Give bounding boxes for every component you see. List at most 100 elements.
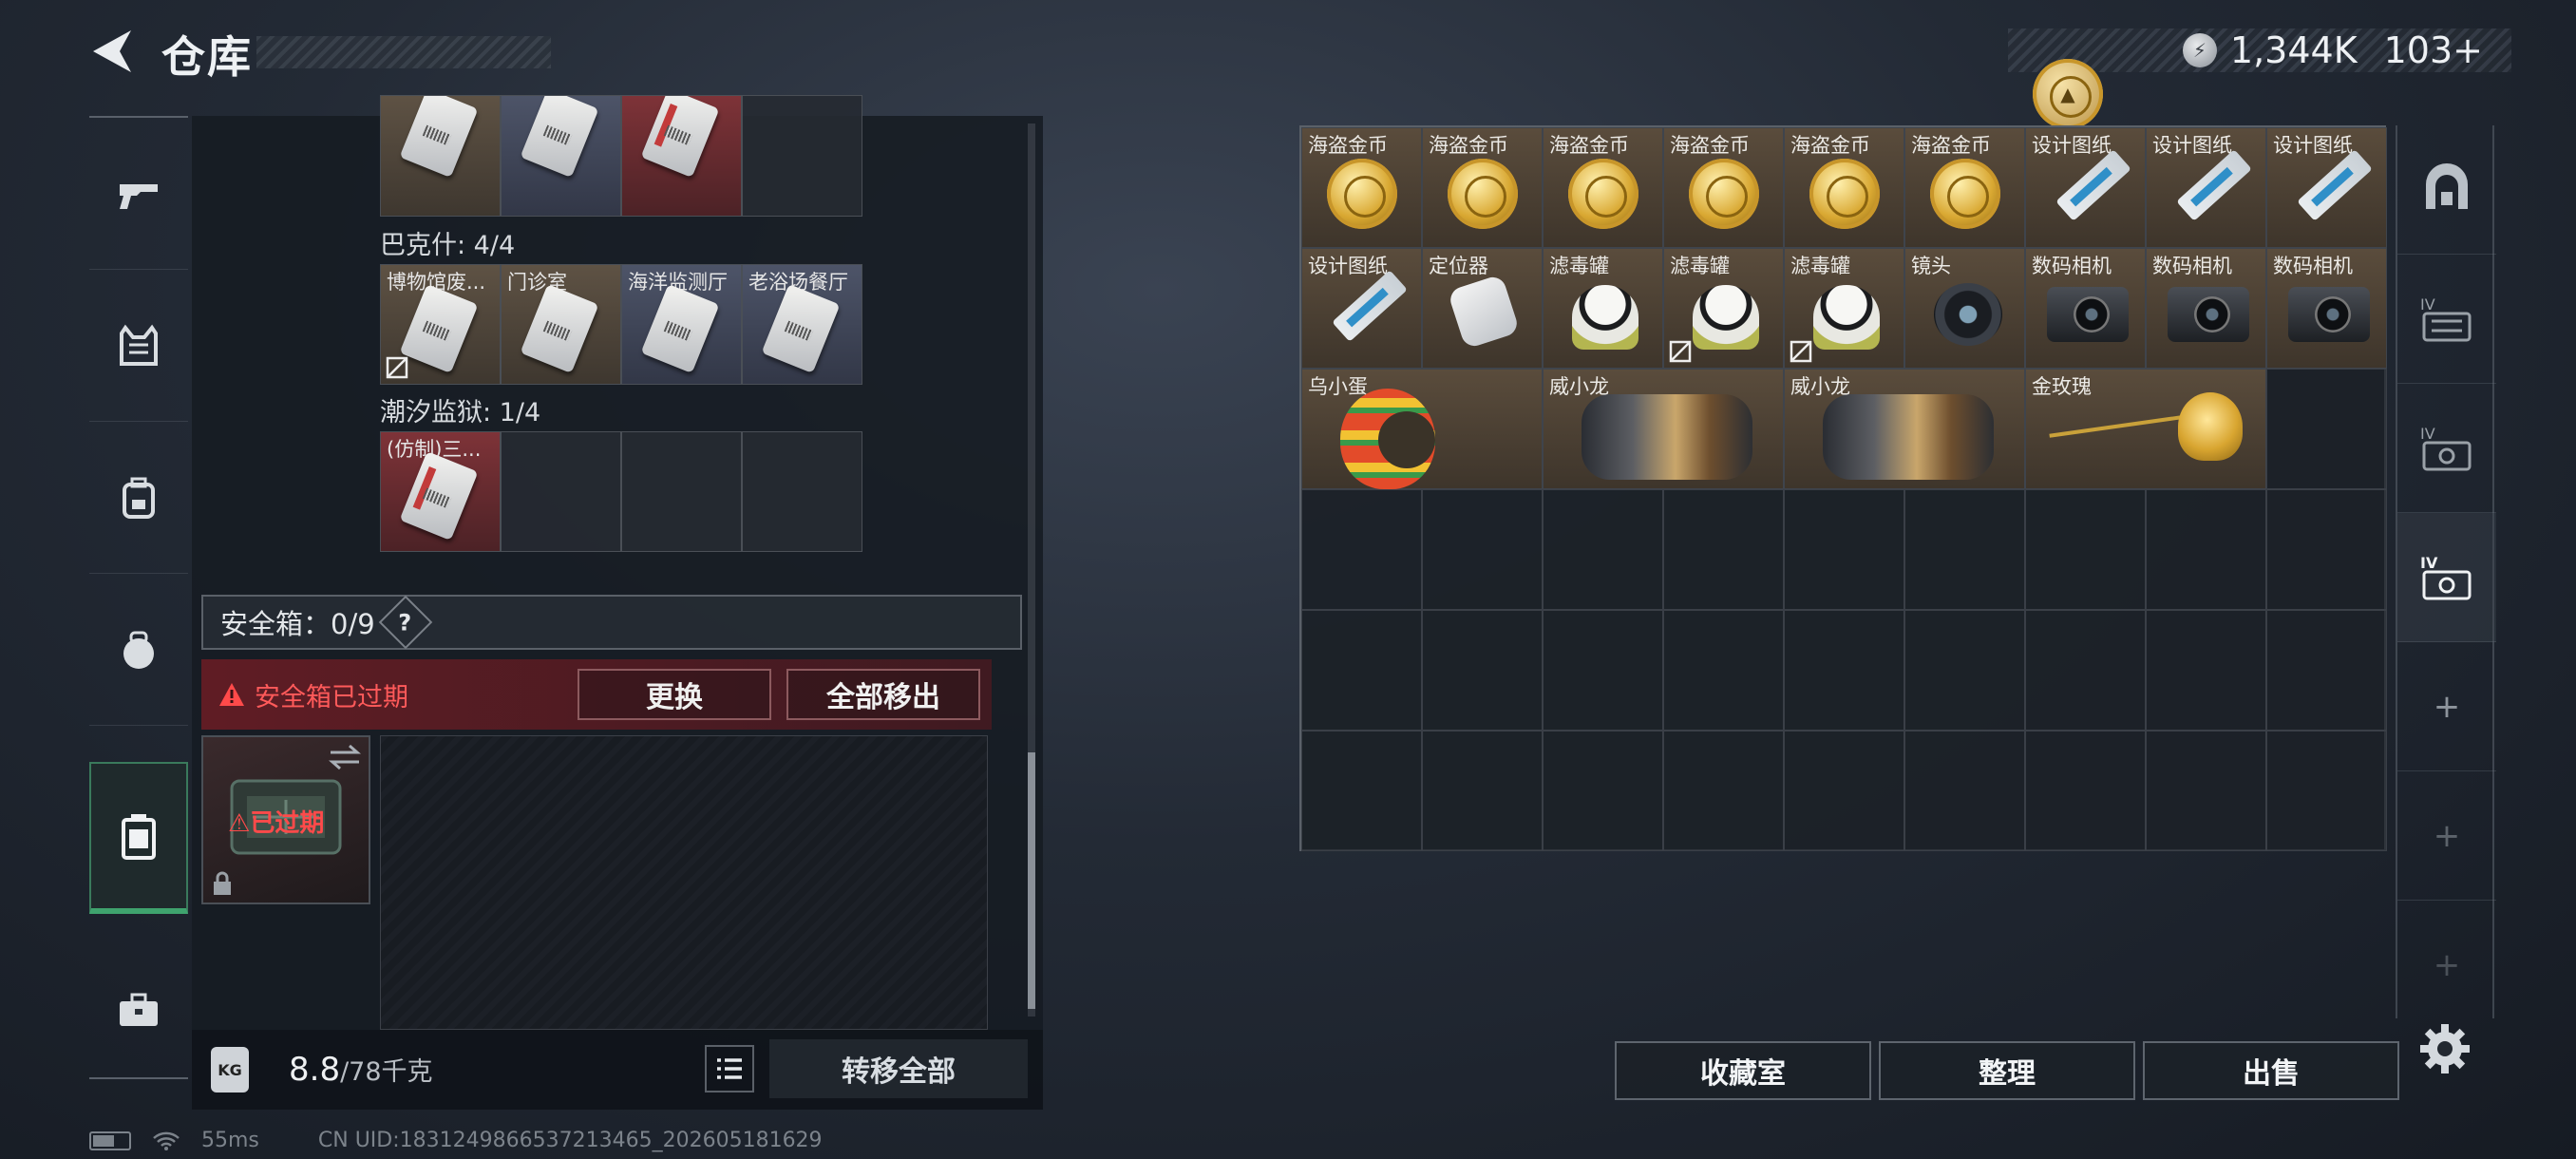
empty-slot[interactable] (2266, 489, 2387, 610)
item-cell[interactable]: 威小龙 (1543, 369, 1784, 489)
empty-slot[interactable] (1904, 489, 2025, 610)
item-cell[interactable]: 海盗金币 (1904, 127, 2025, 248)
item-cell[interactable]: 数码相机 (2025, 248, 2146, 369)
empty-slot[interactable] (2025, 489, 2146, 610)
swap-icon[interactable] (329, 743, 361, 771)
empty-slot[interactable] (1422, 731, 1543, 851)
empty-slot[interactable] (2025, 610, 2146, 731)
item-cell[interactable]: 乌小蛋 (1301, 369, 1543, 489)
expired-notice: 安全箱已过期 (255, 682, 408, 712)
empty-slot[interactable] (2266, 610, 2387, 731)
sidebar-item-backpack[interactable] (89, 422, 188, 574)
item-cell[interactable]: 海盗金币 (1543, 127, 1663, 248)
item-cell[interactable]: 门诊室 (501, 264, 621, 385)
empty-slot[interactable] (1422, 489, 1543, 610)
item-cell[interactable] (621, 95, 742, 217)
move-all-out-button[interactable]: 全部移出 (786, 669, 980, 720)
empty-slot[interactable] (2146, 610, 2266, 731)
empty-slot[interactable] (2146, 489, 2266, 610)
tab-add-1[interactable]: + (2397, 642, 2496, 771)
item-cell[interactable]: 海盗金币 (1784, 127, 1904, 248)
safe-case-grid[interactable] (380, 735, 988, 1030)
item-cell[interactable]: (仿制)三... (380, 431, 501, 552)
blueprint-icon (2055, 149, 2131, 221)
collection-room-button[interactable]: 收藏室 (1615, 1041, 1871, 1100)
item-cell[interactable]: 博物馆废... (380, 264, 501, 385)
item-cell[interactable]: 数码相机 (2266, 248, 2387, 369)
section-label-tidal-prison: 潮汐监狱: 1/4 (380, 398, 541, 428)
sidebar-item-gear[interactable] (89, 574, 188, 726)
replace-button[interactable]: 更换 (578, 669, 771, 720)
empty-slot[interactable] (742, 95, 862, 217)
empty-slot[interactable] (742, 431, 862, 552)
item-cell[interactable]: 设计图纸 (2025, 127, 2146, 248)
filter-canister-icon (1813, 285, 1880, 350)
back-arrow-icon[interactable] (87, 25, 137, 78)
item-cell[interactable]: 设计图纸 (1301, 248, 1422, 369)
empty-slot[interactable] (1784, 731, 1904, 851)
sell-button[interactable]: 出售 (2143, 1041, 2399, 1100)
tab-add-3[interactable]: + (2397, 901, 2496, 1030)
item-cell[interactable] (501, 95, 621, 217)
item-cell[interactable]: 海盗金币 (1422, 127, 1543, 248)
item-cell[interactable]: 定位器 (1422, 248, 1543, 369)
gear-icon[interactable] (2416, 1020, 2473, 1077)
scrollbar-thumb[interactable] (1028, 752, 1035, 1009)
item-cell[interactable]: 数码相机 (2146, 248, 2266, 369)
empty-slot[interactable] (1784, 489, 1904, 610)
sort-button[interactable]: 整理 (1879, 1041, 2135, 1100)
item-cell[interactable]: 威小龙 (1784, 369, 2025, 489)
tab-add-2[interactable]: + (2397, 771, 2496, 901)
empty-slot[interactable] (621, 431, 742, 552)
transfer-all-button[interactable]: 转移全部 (769, 1039, 1028, 1098)
safe-case-slot[interactable]: ⚠已过期 (201, 735, 370, 904)
item-cell[interactable] (380, 95, 501, 217)
item-cell[interactable]: 滤毒罐 (1784, 248, 1904, 369)
empty-slot[interactable] (2266, 731, 2387, 851)
item-name: 数码相机 (2032, 255, 2112, 277)
empty-slot[interactable] (2266, 369, 2387, 489)
item-cell[interactable]: 海洋监测厅 (621, 264, 742, 385)
empty-slot[interactable] (1663, 489, 1784, 610)
item-cell[interactable]: 海盗金币 (1663, 127, 1784, 248)
sidebar-item-safe-case[interactable] (89, 762, 188, 914)
item-cell[interactable]: 镜头 (1904, 248, 2025, 369)
empty-slot[interactable] (2146, 731, 2266, 851)
empty-slot[interactable] (1904, 731, 2025, 851)
sidebar-item-toolbox[interactable] (89, 935, 188, 1087)
empty-slot[interactable] (1784, 610, 1904, 731)
keycard-icon (399, 283, 479, 374)
wifi-icon (153, 1131, 180, 1150)
empty-slot[interactable] (1301, 731, 1422, 851)
empty-slot[interactable] (1663, 610, 1784, 731)
silver-currency-value: 1,344K (2229, 29, 2358, 71)
item-cell[interactable]: 设计图纸 (2146, 127, 2266, 248)
tab-stash-iv-2[interactable]: IV (2397, 384, 2496, 513)
empty-slot[interactable] (1422, 610, 1543, 731)
no-trade-icon (1790, 340, 1812, 363)
empty-slot[interactable] (1301, 489, 1422, 610)
sidebar-item-armor[interactable] (89, 270, 188, 422)
tab-stash-iv-1[interactable]: IV (2397, 255, 2496, 384)
item-cell[interactable]: 滤毒罐 (1663, 248, 1784, 369)
blueprint-icon (1332, 270, 1408, 342)
empty-slot[interactable] (1543, 610, 1663, 731)
empty-slot[interactable] (1543, 731, 1663, 851)
list-view-button[interactable] (705, 1045, 754, 1092)
empty-slot[interactable] (1904, 610, 2025, 731)
gold-currency-value[interactable]: 103+ (2384, 29, 2483, 71)
sidebar-item-weapon[interactable] (89, 118, 188, 270)
empty-slot[interactable] (1663, 731, 1784, 851)
item-cell[interactable]: 老浴场餐厅 (742, 264, 862, 385)
item-cell[interactable]: 设计图纸 (2266, 127, 2387, 248)
empty-slot[interactable] (2025, 731, 2146, 851)
empty-slot[interactable] (1301, 610, 1422, 731)
item-cell[interactable]: 滤毒罐 (1543, 248, 1663, 369)
help-button[interactable]: ? (378, 595, 432, 650)
tab-main-stash[interactable] (2397, 125, 2496, 255)
item-cell[interactable]: 海盗金币 (1301, 127, 1422, 248)
empty-slot[interactable] (501, 431, 621, 552)
tab-stash-iv-3[interactable]: IV (2397, 513, 2496, 642)
item-cell[interactable]: 金玫瑰 (2025, 369, 2266, 489)
empty-slot[interactable] (1543, 489, 1663, 610)
